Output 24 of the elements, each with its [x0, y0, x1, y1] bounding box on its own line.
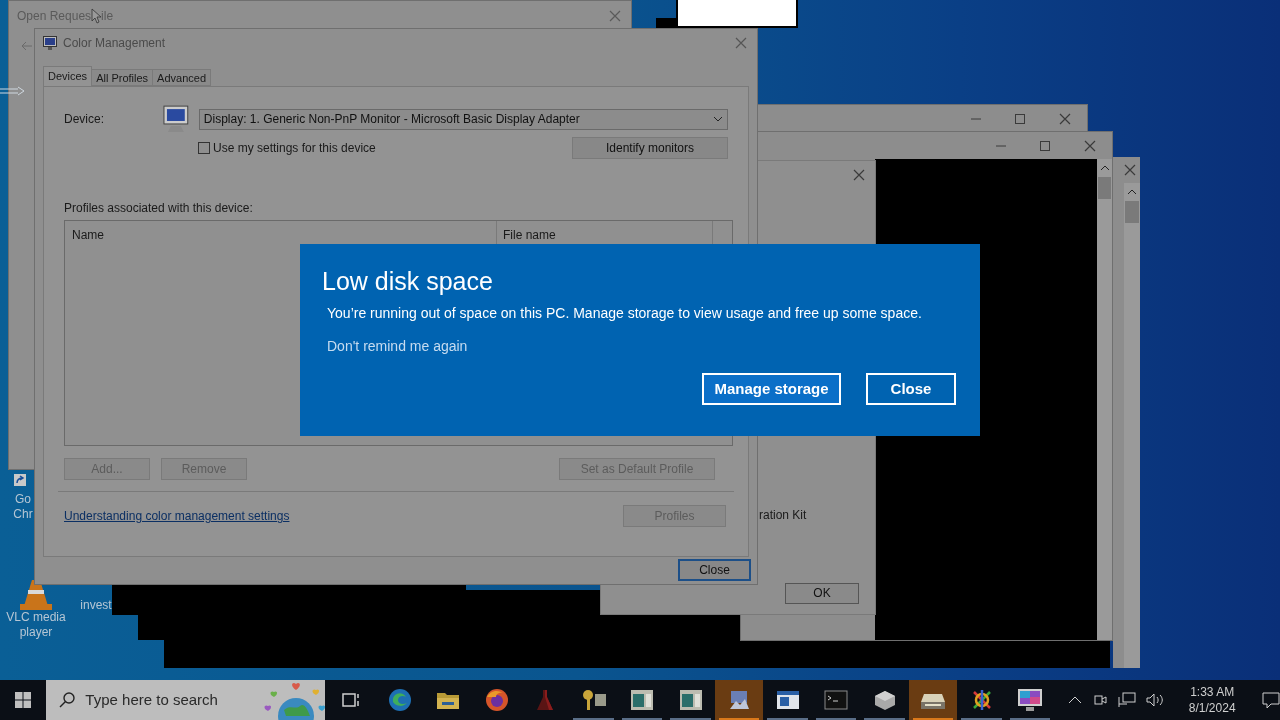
tab[interactable]: All Profiles	[91, 69, 154, 86]
dialog-button[interactable]: Close	[678, 559, 751, 581]
clock[interactable]: 1:33 AM 8/1/2024	[1178, 680, 1246, 720]
dialog-message: You’re running out of space on this PC. Manage storage to view usage and free up some space.	[327, 304, 923, 323]
desktop-icon-label[interactable]: invest	[76, 598, 116, 613]
window-title: Color Management	[63, 35, 166, 52]
checkbox-label: Use my settings for this device	[213, 140, 376, 157]
help-link[interactable]: Understanding color management settings	[64, 507, 290, 525]
toast-button[interactable]: Manage storage	[702, 373, 841, 405]
dialog-button[interactable]: Identify monitors	[572, 137, 728, 159]
search-box[interactable]: Type here to search	[46, 680, 325, 720]
component-label: ration Kit	[758, 507, 808, 524]
desktop-icon-label[interactable]: VLC media player	[2, 610, 70, 640]
section-label: Profiles associated with this device:	[64, 200, 254, 217]
search-field[interactable]: Type here to search	[85, 688, 256, 712]
dialog-title: Low disk space	[322, 266, 494, 297]
device-label: Device:	[64, 111, 105, 128]
tab[interactable]: Devices	[43, 66, 93, 86]
dont-remind-link[interactable]: Don't remind me again	[327, 336, 958, 357]
toast-button[interactable]: Close	[866, 373, 956, 405]
tab[interactable]: Advanced	[152, 69, 212, 86]
device-dropdown[interactable]: Display: 1. Generic Non-PnP Monitor - Microsoft Basic Display Adapter	[198, 108, 728, 130]
ok-button[interactable]: OK	[785, 582, 859, 604]
desktop-icon-label[interactable]: Go Chr	[10, 492, 36, 522]
